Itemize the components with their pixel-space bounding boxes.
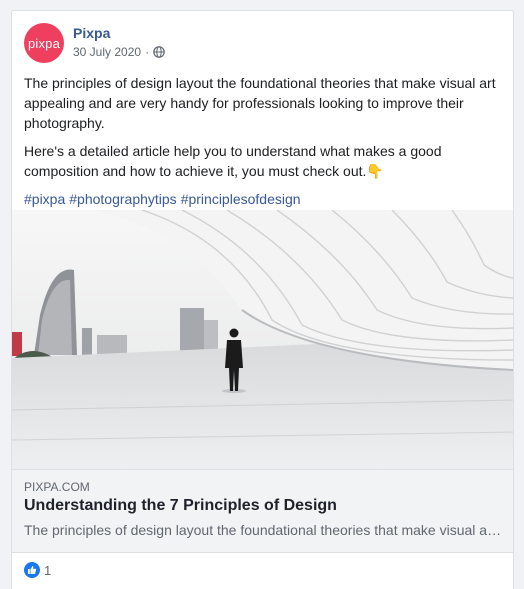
author-name[interactable]: Pixpa [73, 25, 110, 41]
hashtag-pixpa[interactable]: #pixpa [24, 191, 65, 207]
like-icon [24, 562, 40, 578]
like-count: 1 [44, 562, 52, 578]
post-meta: 30 July 2020 · [73, 45, 165, 59]
reactions-bar[interactable]: 1 [24, 562, 51, 578]
pointing-down-emoji: 👇 [366, 163, 384, 179]
post-card: pixpa Pixpa 30 July 2020 · The principle… [11, 10, 514, 589]
post-header: pixpa Pixpa 30 July 2020 · [24, 23, 494, 65]
link-preview[interactable]: PIXPA.COM Understanding the 7 Principles… [12, 469, 513, 553]
link-preview-image[interactable] [12, 210, 513, 469]
meta-separator: · [145, 45, 150, 59]
hashtag-principlesofdesign[interactable]: #principlesofdesign [181, 191, 301, 207]
post-date[interactable]: 30 July 2020 [73, 45, 141, 59]
post-paragraph-2: Here's a detailed article help you to un… [24, 141, 502, 181]
hashtag-photographytips[interactable]: #photographytips [69, 191, 176, 207]
post-text: The principles of design layout the foun… [24, 73, 502, 217]
link-description: The principles of design layout the foun… [24, 522, 502, 538]
globe-icon[interactable] [153, 46, 165, 58]
post-paragraph-1: The principles of design layout the foun… [24, 75, 496, 131]
hashtags: #pixpa #photographytips #principlesofdesig… [24, 189, 502, 209]
link-domain: PIXPA.COM [24, 480, 90, 494]
avatar-logo-text: pixpa [27, 35, 61, 51]
avatar[interactable]: pixpa [24, 23, 64, 63]
link-title[interactable]: Understanding the 7 Principles of Design [24, 497, 337, 515]
